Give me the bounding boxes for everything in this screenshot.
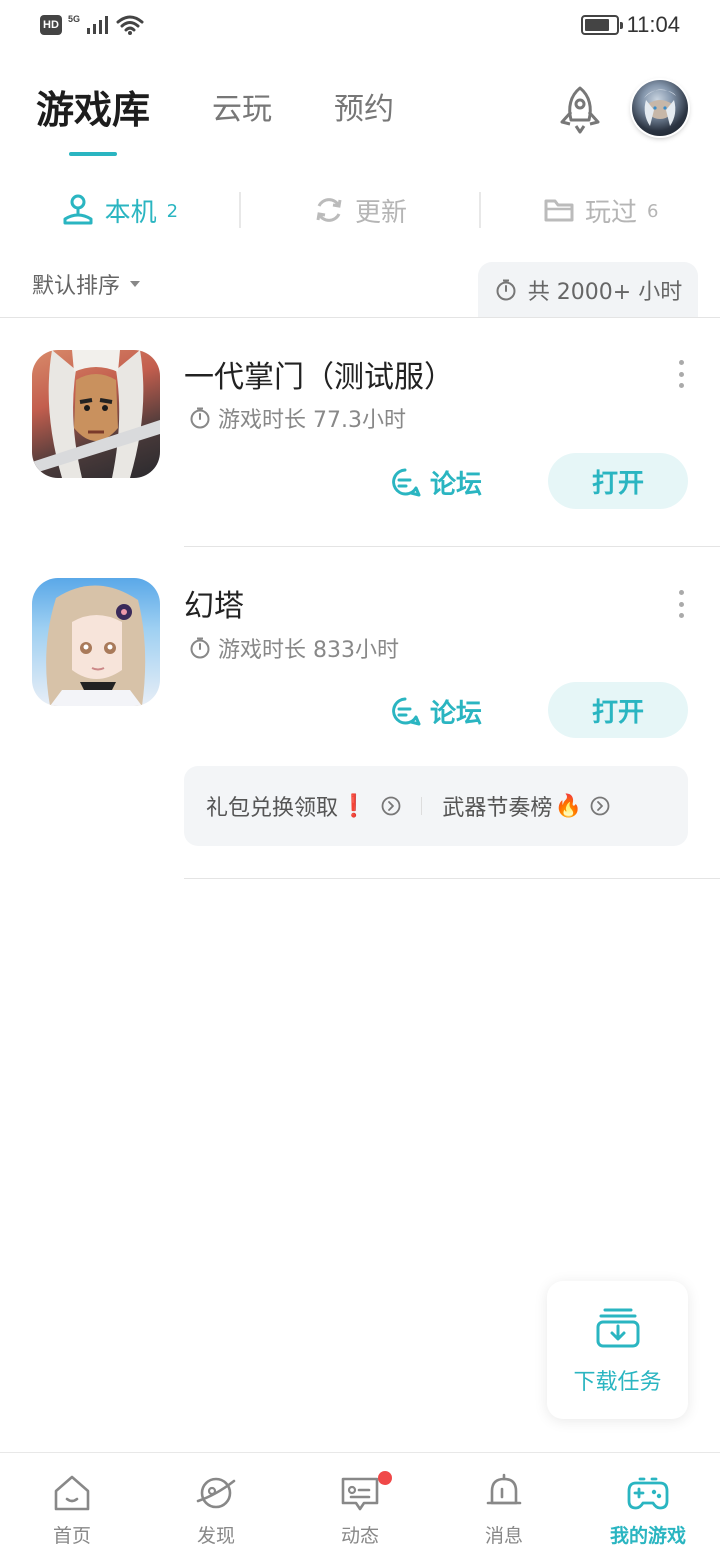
- wifi-icon: [116, 15, 144, 35]
- subtab-update[interactable]: 更新: [241, 192, 480, 229]
- circle-arrow-icon: [590, 796, 610, 816]
- bell-icon: [486, 1473, 522, 1505]
- game-icon[interactable]: [32, 350, 160, 478]
- weapon-tier-link[interactable]: 武器节奏榜 🔥: [442, 790, 610, 822]
- divider: [184, 878, 720, 879]
- device-icon: [63, 194, 93, 225]
- nav-messages[interactable]: 消息: [432, 1453, 576, 1560]
- bottom-nav: 首页 发现 动态 消息 我的游戏: [0, 1452, 720, 1560]
- game-title: 一代掌门（测试服）: [184, 360, 454, 395]
- sort-dropdown[interactable]: 默认排序: [32, 268, 141, 300]
- open-button[interactable]: 打开: [548, 682, 688, 738]
- forum-button[interactable]: 论坛: [388, 464, 482, 501]
- top-tabs: 游戏库 云玩 预约: [36, 84, 456, 136]
- total-playtime-label: 共 2000+ 小时: [527, 280, 683, 305]
- fire-icon: 🔥: [554, 793, 582, 819]
- divider: [0, 317, 720, 318]
- nav-discover-label: 发现: [196, 1525, 235, 1547]
- nav-feed-label: 动态: [340, 1525, 379, 1547]
- sort-label: 默认排序: [32, 274, 121, 299]
- game-quick-links: 礼包兑换领取 ❗ 武器节奏榜 🔥: [184, 766, 688, 846]
- tab-game-library[interactable]: 游戏库: [36, 84, 150, 136]
- stopwatch-icon: [496, 279, 516, 301]
- game-playtime: 游戏时长 77.3小时: [188, 402, 406, 434]
- gift-redeem-label: 礼包兑换领取: [206, 796, 339, 821]
- subtab-played[interactable]: 玩过 6: [481, 192, 720, 229]
- divider: [184, 546, 720, 547]
- subtab-local-label: 本机: [104, 197, 157, 228]
- exclamation-icon: ❗: [340, 793, 368, 819]
- forum-label: 论坛: [430, 470, 483, 500]
- nav-home-label: 首页: [52, 1525, 91, 1547]
- download-tasks-label: 下载任务: [573, 1370, 662, 1395]
- more-options-icon[interactable]: [672, 590, 690, 618]
- divider: [421, 797, 423, 815]
- circle-arrow-icon: [382, 796, 401, 816]
- stopwatch-icon: [190, 407, 210, 429]
- subtab-update-label: 更新: [355, 197, 408, 228]
- notification-dot: [378, 1471, 392, 1485]
- nav-my-games-label: 我的游戏: [609, 1525, 686, 1547]
- game-title: 幻塔: [184, 589, 244, 624]
- game-playtime: 游戏时长 833小时: [188, 632, 399, 664]
- clock: 11:04: [626, 12, 680, 37]
- forum-label: 论坛: [430, 699, 483, 729]
- subtab-local[interactable]: 本机 2: [0, 192, 239, 229]
- forum-icon: [392, 468, 421, 496]
- nav-home[interactable]: 首页: [0, 1453, 144, 1560]
- planet-icon: [196, 1477, 236, 1509]
- total-playtime: 共 2000+ 小时: [478, 262, 698, 318]
- sub-tabs: 本机 2 更新 玩过 6: [0, 180, 720, 240]
- download-tray-icon: [596, 1308, 639, 1348]
- status-left: HD 5G: [40, 14, 144, 36]
- battery-icon: [580, 15, 623, 35]
- game-icon[interactable]: [32, 578, 160, 706]
- game-icon-art: [32, 350, 160, 478]
- status-bar: HD 5G 11:04: [0, 0, 720, 56]
- forum-button[interactable]: 论坛: [388, 693, 482, 730]
- status-right: 11:04: [580, 12, 680, 38]
- game-playtime-label: 游戏时长 833小时: [218, 638, 399, 663]
- more-options-icon[interactable]: [672, 360, 690, 388]
- subtab-local-count: 2: [166, 200, 179, 222]
- network-type: 5G: [68, 14, 81, 24]
- signal-icon: [87, 16, 109, 34]
- hd-badge: HD: [40, 15, 62, 35]
- open-button[interactable]: 打开: [548, 453, 688, 509]
- nav-my-games[interactable]: 我的游戏: [576, 1453, 720, 1560]
- rocket-icon[interactable]: [554, 84, 606, 136]
- game-icon-art: [46, 585, 146, 706]
- subtab-played-label: 玩过: [584, 197, 637, 228]
- subtab-played-count: 6: [646, 200, 659, 222]
- nav-feed[interactable]: 动态: [288, 1453, 432, 1560]
- game-playtime-label: 游戏时长 77.3小时: [218, 408, 406, 433]
- download-tasks-button[interactable]: 下载任务: [547, 1281, 688, 1419]
- tab-reservation[interactable]: 预约: [334, 84, 394, 136]
- tab-cloud-play[interactable]: 云玩: [212, 84, 272, 136]
- refresh-icon: [316, 198, 342, 222]
- forum-icon: [392, 697, 421, 725]
- battery-level: [584, 19, 609, 31]
- gift-redeem-link[interactable]: 礼包兑换领取 ❗: [206, 790, 401, 822]
- nav-messages-label: 消息: [484, 1525, 523, 1547]
- home-icon: [54, 1475, 90, 1511]
- gamepad-icon: [627, 1477, 669, 1510]
- caret-down-icon: [130, 281, 141, 287]
- weapon-tier-label: 武器节奏榜: [442, 796, 553, 821]
- nav-discover[interactable]: 发现: [144, 1453, 288, 1560]
- folder-icon: [544, 199, 574, 222]
- user-avatar[interactable]: [632, 80, 688, 136]
- avatar-image: [644, 89, 676, 126]
- chat-icon: [341, 1477, 379, 1511]
- stopwatch-icon: [190, 637, 210, 659]
